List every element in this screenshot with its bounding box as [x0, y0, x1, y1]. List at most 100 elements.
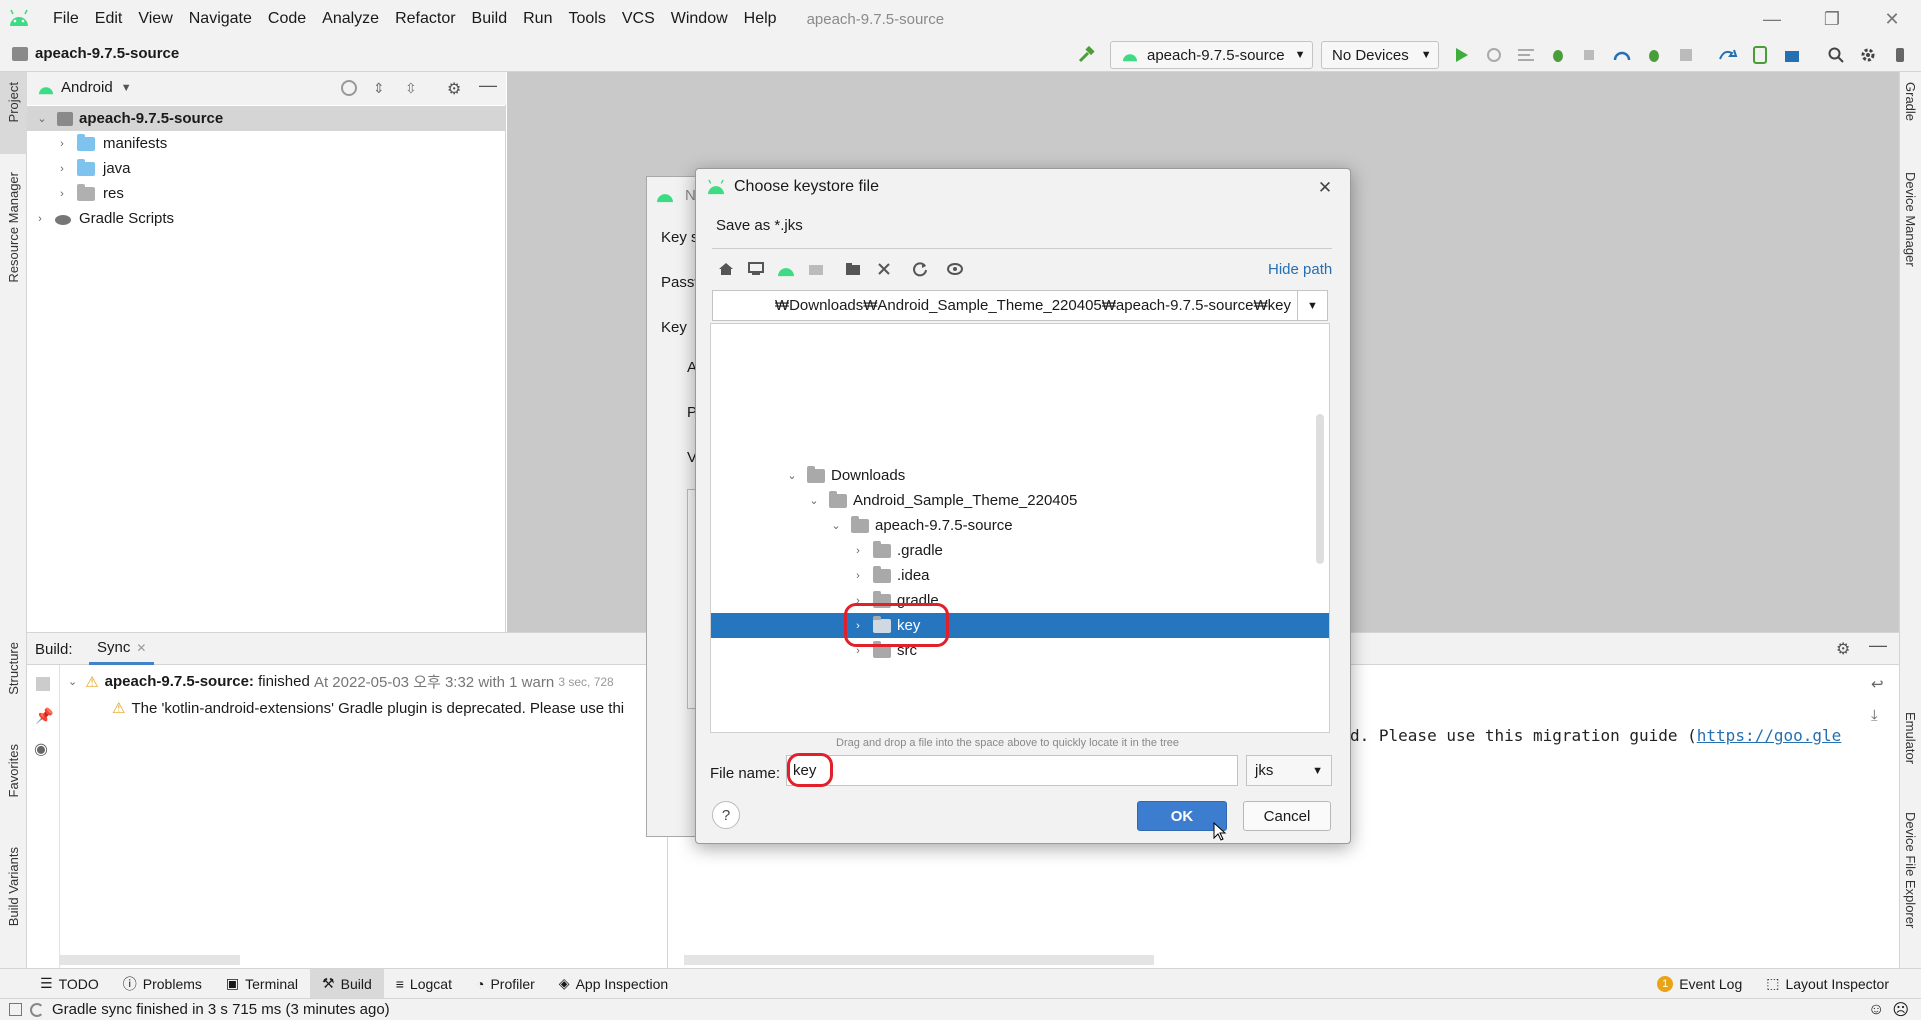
profile-icon[interactable]	[1612, 45, 1632, 65]
run-config-dropdown[interactable]: apeach-9.7.5-source ▼	[1110, 41, 1313, 69]
stop-icon[interactable]	[36, 677, 50, 691]
tree-row-downloads[interactable]: ⌄ Downloads	[785, 463, 905, 488]
sdk-manager-icon[interactable]	[1782, 45, 1802, 65]
cancel-button[interactable]: Cancel	[1243, 801, 1331, 831]
tree-row-key[interactable]: › key	[711, 613, 1329, 638]
project-view-selector[interactable]: Android ▼	[61, 79, 132, 96]
avd-manager-icon[interactable]	[1750, 45, 1770, 65]
refresh-icon[interactable]	[906, 255, 934, 283]
chevron-down-icon[interactable]: ▼	[1297, 291, 1327, 320]
problems-tab[interactable]: ⓘ Problems	[111, 969, 214, 999]
build-tab[interactable]: ⚒ Build	[310, 968, 384, 999]
tree-row-apeach-source[interactable]: ⌄ apeach-9.7.5-source	[829, 513, 1013, 538]
menu-edit[interactable]: Edit	[87, 0, 131, 38]
stop-icon[interactable]	[1676, 45, 1696, 65]
project-home-icon[interactable]	[772, 255, 800, 283]
tree-row-dot-idea[interactable]: › .idea	[851, 563, 930, 588]
help-button[interactable]: ?	[712, 801, 740, 829]
device-dropdown[interactable]: No Devices ▼	[1321, 41, 1439, 69]
terminal-tab[interactable]: ▣ Terminal	[214, 969, 310, 999]
path-combo[interactable]: ₩Downloads₩Android_Sample_Theme_220405₩a…	[712, 290, 1328, 321]
tree-row-root[interactable]: ⌄ apeach-9.7.5-source	[27, 106, 506, 131]
favorites-tool-tab[interactable]: Favorites	[6, 744, 21, 797]
build-variants-tool-tab[interactable]: Build Variants	[6, 847, 21, 926]
resource-manager-tool-tab[interactable]: Resource Manager	[6, 172, 21, 283]
close-icon[interactable]: ✕	[1312, 175, 1338, 201]
file-name-input[interactable]: key	[786, 755, 1238, 786]
feedback-frown-icon[interactable]: ☹	[1892, 1000, 1909, 1020]
debug-attach-icon[interactable]	[1644, 45, 1664, 65]
gear-icon[interactable]: ⚙	[1836, 639, 1850, 659]
project-breadcrumb[interactable]: apeach-9.7.5-source	[35, 45, 179, 62]
tree-row-java[interactable]: › java	[55, 156, 131, 181]
menu-vcs[interactable]: VCS	[614, 0, 663, 38]
menu-help[interactable]: Help	[736, 0, 785, 38]
run-icon[interactable]	[1452, 45, 1472, 65]
close-icon[interactable]: ✕	[136, 641, 146, 655]
pin-icon[interactable]: 📌	[35, 707, 54, 725]
desktop-icon[interactable]	[742, 255, 770, 283]
menu-navigate[interactable]: Navigate	[181, 0, 260, 38]
menu-build[interactable]: Build	[464, 0, 516, 38]
close-window-button[interactable]: ✕	[1862, 0, 1921, 38]
hide-panel-icon[interactable]: —	[1869, 635, 1887, 656]
warning-row[interactable]: ⚠ The 'kotlin-android-extensions' Gradle…	[112, 699, 624, 718]
tree-row-manifests[interactable]: › manifests	[55, 131, 167, 156]
user-icon[interactable]	[1890, 45, 1910, 65]
tree-row-android-sample-theme[interactable]: ⌄ Android_Sample_Theme_220405	[807, 488, 1077, 513]
menu-code[interactable]: Code	[260, 0, 314, 38]
sync-tab[interactable]: Sync ✕	[89, 633, 155, 665]
migration-guide-link[interactable]: https://goo.gle	[1697, 726, 1842, 745]
menu-view[interactable]: View	[130, 0, 180, 38]
scroll-to-end-icon[interactable]: ⤓	[1871, 707, 1878, 724]
gradle-tool-tab[interactable]: Gradle	[1903, 82, 1918, 121]
hammer-icon[interactable]	[1076, 45, 1096, 65]
logcat-tab[interactable]: ≡ Logcat	[384, 969, 464, 999]
tree-row-dot-gradle[interactable]: › .gradle	[851, 538, 943, 563]
hide-path-link[interactable]: Hide path	[1268, 261, 1332, 278]
sync-gradle-icon[interactable]	[1718, 45, 1738, 65]
horizontal-scrollbar[interactable]	[60, 955, 240, 965]
search-icon[interactable]	[1826, 45, 1846, 65]
gear-icon[interactable]	[1858, 45, 1878, 65]
home-icon[interactable]	[712, 255, 740, 283]
debug-icon[interactable]	[1548, 45, 1568, 65]
soft-wrap-icon[interactable]: ↩	[1871, 675, 1884, 693]
tree-row-gradle-scripts[interactable]: › Gradle Scripts	[33, 206, 174, 231]
hide-panel-icon[interactable]: —	[479, 75, 497, 96]
event-log-tab[interactable]: 1 Event Log	[1645, 969, 1754, 999]
vertical-scrollbar[interactable]	[1316, 414, 1324, 564]
delete-icon[interactable]	[870, 255, 898, 283]
apply-changes-icon[interactable]	[1484, 45, 1504, 65]
layout-inspector-tab[interactable]: ⬚ Layout Inspector	[1754, 969, 1901, 999]
new-folder-icon[interactable]	[840, 255, 868, 283]
todo-tab[interactable]: ☰ TODO	[28, 969, 111, 999]
module-icon[interactable]	[802, 255, 830, 283]
minimize-button[interactable]: —	[1742, 0, 1802, 38]
gear-icon[interactable]: ⚙	[447, 79, 461, 99]
apply-code-changes-icon[interactable]	[1516, 45, 1536, 65]
menu-tools[interactable]: Tools	[560, 0, 613, 38]
profiler-tab[interactable]: ◔ Profiler	[464, 969, 547, 999]
toggle-tool-windows-icon[interactable]	[9, 1003, 22, 1016]
sync-result-row[interactable]: ⌄ ⚠ apeach-9.7.5-source: finished At 202…	[68, 671, 614, 692]
collapse-all-icon[interactable]: ⇳	[405, 80, 417, 97]
app-inspection-tab[interactable]: ◈ App Inspection	[547, 969, 680, 999]
menu-refactor[interactable]: Refactor	[387, 0, 463, 38]
device-file-explorer-tool-tab[interactable]: Device File Explorer	[1903, 812, 1918, 928]
expand-all-icon[interactable]: ⇕	[373, 80, 385, 97]
attach-debugger-icon[interactable]	[1580, 45, 1600, 65]
menu-file[interactable]: File	[45, 0, 87, 38]
menu-analyze[interactable]: Analyze	[314, 0, 387, 38]
show-hidden-icon[interactable]	[942, 255, 970, 283]
feedback-smile-icon[interactable]: ☺	[1868, 1001, 1884, 1019]
restore-button[interactable]: ❐	[1802, 0, 1862, 38]
structure-tool-tab[interactable]: Structure	[6, 642, 21, 695]
project-tool-tab[interactable]: Project	[0, 72, 27, 154]
menu-window[interactable]: Window	[663, 0, 736, 38]
menu-run[interactable]: Run	[515, 0, 560, 38]
emulator-tool-tab[interactable]: Emulator	[1903, 712, 1918, 764]
console-horizontal-scrollbar[interactable]	[684, 955, 1154, 965]
tree-row-res[interactable]: › res	[55, 181, 124, 206]
file-type-dropdown[interactable]: jks ▼	[1246, 755, 1332, 786]
